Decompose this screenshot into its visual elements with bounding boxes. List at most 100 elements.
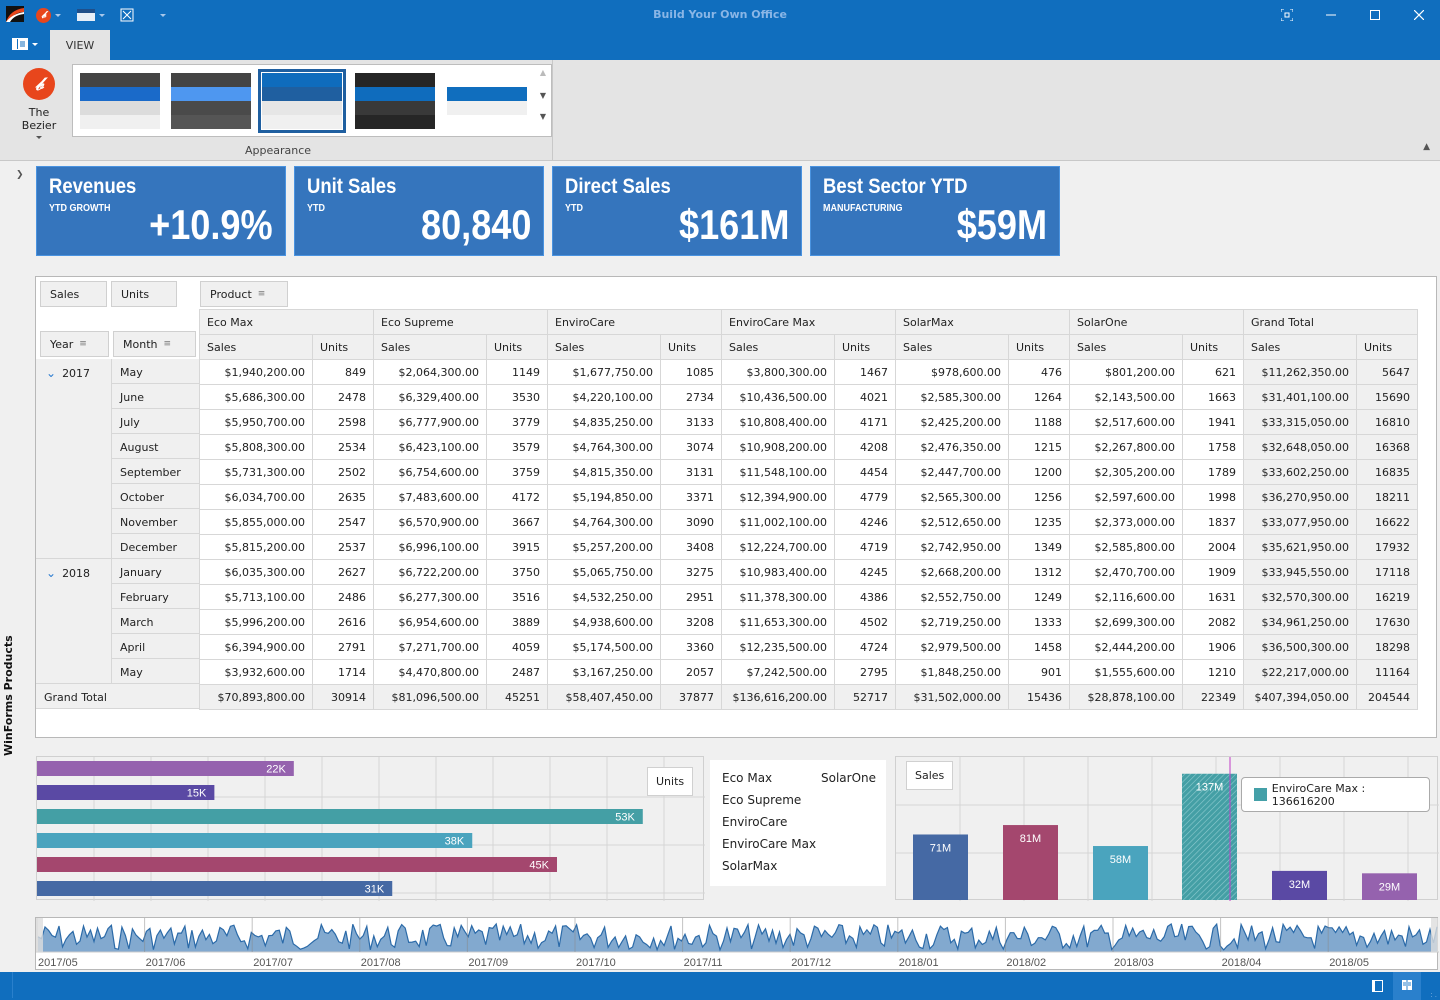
- data-cell[interactable]: 3208: [660, 609, 722, 635]
- data-cell[interactable]: $5,808,300.00: [199, 434, 313, 460]
- data-cell[interactable]: $6,754,600.00: [373, 459, 487, 485]
- data-cell[interactable]: 1789: [1182, 459, 1244, 485]
- data-cell[interactable]: $2,742,950.00: [895, 534, 1009, 560]
- measure-header[interactable]: Units: [312, 334, 374, 360]
- grand-total-cell[interactable]: 22349: [1182, 684, 1244, 710]
- measure-header[interactable]: Sales: [895, 334, 1009, 360]
- field-units[interactable]: Units: [111, 281, 177, 307]
- legend-item[interactable]: Eco Max: [722, 771, 772, 785]
- skin-swatch[interactable]: [355, 73, 435, 129]
- data-cell[interactable]: $6,277,300.00: [373, 584, 487, 610]
- row-header-year[interactable]: ⌄ 2018: [36, 559, 112, 684]
- data-cell[interactable]: $4,220,100.00: [547, 384, 661, 410]
- collapse-ribbon-icon[interactable]: ▲: [1423, 142, 1430, 152]
- data-cell[interactable]: $4,764,300.00: [547, 509, 661, 535]
- data-cell[interactable]: 3408: [660, 534, 722, 560]
- data-cell[interactable]: $3,167,250.00: [547, 659, 661, 685]
- data-cell[interactable]: $5,257,200.00: [547, 534, 661, 560]
- data-cell[interactable]: 4245: [834, 559, 896, 585]
- data-cell[interactable]: $6,035,300.00: [199, 559, 313, 585]
- measure-header[interactable]: Sales: [721, 334, 835, 360]
- data-cell[interactable]: $6,996,100.00: [373, 534, 487, 560]
- skin-dropdown-button[interactable]: 𝒷 The Bezier: [10, 66, 68, 139]
- data-cell[interactable]: 2537: [312, 534, 374, 560]
- grand-total-cell[interactable]: $70,893,800.00: [199, 684, 313, 710]
- data-cell[interactable]: 4719: [834, 534, 896, 560]
- grand-total-cell[interactable]: $58,407,450.00: [547, 684, 661, 710]
- data-cell[interactable]: 1333: [1008, 609, 1070, 635]
- data-cell[interactable]: 16835: [1356, 459, 1418, 485]
- data-cell[interactable]: 2057: [660, 659, 722, 685]
- data-cell[interactable]: $5,065,750.00: [547, 559, 661, 585]
- skin-swatch[interactable]: [80, 73, 160, 129]
- product-header[interactable]: EnviroCare: [547, 309, 722, 335]
- data-cell[interactable]: 1837: [1182, 509, 1244, 535]
- gallery-scrollbar[interactable]: ▲ ▼ ▼: [537, 68, 549, 134]
- data-cell[interactable]: $35,621,950.00: [1243, 534, 1357, 560]
- data-cell[interactable]: $5,815,200.00: [199, 534, 313, 560]
- grand-total-cell[interactable]: 15436: [1008, 684, 1070, 710]
- data-cell[interactable]: $2,425,200.00: [895, 409, 1009, 435]
- data-cell[interactable]: 4172: [486, 484, 548, 510]
- grand-total-cell[interactable]: $28,878,100.00: [1069, 684, 1183, 710]
- data-cell[interactable]: 3516: [486, 584, 548, 610]
- field-month[interactable]: Month ≡: [113, 331, 196, 357]
- data-cell[interactable]: 3915: [486, 534, 548, 560]
- data-cell[interactable]: 3779: [486, 409, 548, 435]
- measure-header[interactable]: Sales: [1069, 334, 1183, 360]
- data-cell[interactable]: $2,597,600.00: [1069, 484, 1183, 510]
- data-cell[interactable]: 2791: [312, 634, 374, 660]
- capture-button[interactable]: [1272, 4, 1302, 26]
- units-bar[interactable]: [37, 809, 643, 824]
- data-cell[interactable]: 2616: [312, 609, 374, 635]
- data-cell[interactable]: $7,483,600.00: [373, 484, 487, 510]
- row-header-month[interactable]: May: [112, 359, 199, 384]
- row-header-month[interactable]: October: [112, 484, 199, 509]
- data-cell[interactable]: $1,677,750.00: [547, 359, 661, 385]
- measure-header[interactable]: Sales: [373, 334, 487, 360]
- data-cell[interactable]: $11,653,300.00: [721, 609, 835, 635]
- data-cell[interactable]: 2478: [312, 384, 374, 410]
- data-cell[interactable]: 901: [1008, 659, 1070, 685]
- sort-icon[interactable]: ≡: [163, 339, 171, 349]
- data-cell[interactable]: $7,242,500.00: [721, 659, 835, 685]
- data-cell[interactable]: $2,143,500.00: [1069, 384, 1183, 410]
- data-cell[interactable]: 4208: [834, 434, 896, 460]
- row-header-month[interactable]: February: [112, 584, 199, 609]
- product-header[interactable]: SolarOne: [1069, 309, 1244, 335]
- data-cell[interactable]: 4171: [834, 409, 896, 435]
- data-cell[interactable]: $36,500,300.00: [1243, 634, 1357, 660]
- data-cell[interactable]: $12,224,700.00: [721, 534, 835, 560]
- data-cell[interactable]: 2734: [660, 384, 722, 410]
- data-cell[interactable]: $6,777,900.00: [373, 409, 487, 435]
- data-cell[interactable]: $10,983,400.00: [721, 559, 835, 585]
- data-cell[interactable]: 2635: [312, 484, 374, 510]
- row-header-month[interactable]: July: [112, 409, 199, 434]
- row-header-month[interactable]: August: [112, 434, 199, 459]
- data-cell[interactable]: 2487: [486, 659, 548, 685]
- data-cell[interactable]: 3667: [486, 509, 548, 535]
- data-cell[interactable]: 1663: [1182, 384, 1244, 410]
- reading-view-button[interactable]: [1393, 972, 1421, 1000]
- data-cell[interactable]: $1,555,600.00: [1069, 659, 1183, 685]
- row-header-month[interactable]: January: [112, 559, 199, 584]
- data-cell[interactable]: $2,447,700.00: [895, 459, 1009, 485]
- data-cell[interactable]: 4502: [834, 609, 896, 635]
- data-cell[interactable]: $5,194,850.00: [547, 484, 661, 510]
- sort-icon[interactable]: ≡: [258, 289, 266, 299]
- field-year[interactable]: Year ≡: [40, 331, 109, 357]
- row-header-month[interactable]: September: [112, 459, 199, 484]
- data-cell[interactable]: 1149: [486, 359, 548, 385]
- data-cell[interactable]: 3074: [660, 434, 722, 460]
- data-cell[interactable]: 1235: [1008, 509, 1070, 535]
- data-cell[interactable]: $2,305,200.00: [1069, 459, 1183, 485]
- side-panel-label[interactable]: WinForms Products: [2, 635, 15, 756]
- units-bar[interactable]: [37, 857, 557, 872]
- collapse-chevron-icon[interactable]: ⌄: [46, 366, 56, 380]
- data-cell[interactable]: $7,271,700.00: [373, 634, 487, 660]
- field-product[interactable]: Product ≡: [200, 281, 288, 307]
- units-bar[interactable]: [37, 881, 393, 896]
- data-cell[interactable]: $12,394,900.00: [721, 484, 835, 510]
- data-cell[interactable]: 3759: [486, 459, 548, 485]
- measure-header[interactable]: Units: [834, 334, 896, 360]
